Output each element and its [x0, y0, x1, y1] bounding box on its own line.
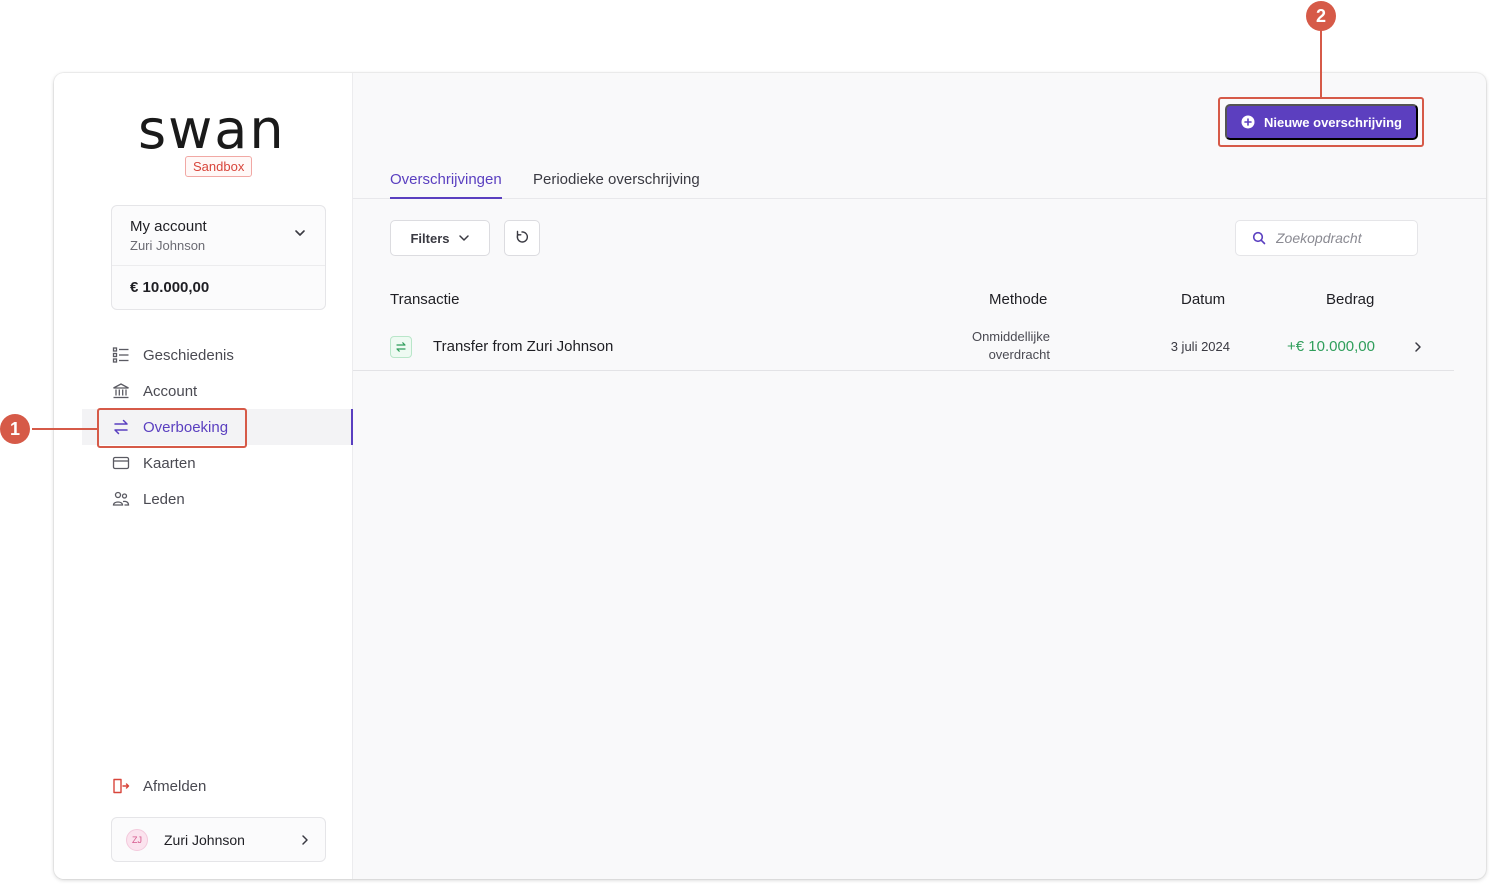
bank-icon — [112, 382, 130, 400]
chevron-down-icon[interactable] — [293, 226, 307, 240]
filters-button[interactable]: Filters — [390, 220, 490, 256]
account-name: My account — [130, 218, 207, 235]
transaction-date: 3 juli 2024 — [1170, 339, 1230, 354]
sidebar-item-label: Account — [143, 382, 198, 400]
sandbox-badge: Sandbox — [185, 156, 253, 177]
logout-button[interactable]: Afmelden — [112, 777, 206, 795]
refresh-icon — [515, 230, 529, 247]
user-profile-button[interactable]: ZJ Zuri Johnson — [111, 817, 326, 862]
tab-periodieke-overschrijving[interactable]: Periodieke overschrijving — [533, 171, 700, 199]
card-icon — [112, 454, 130, 472]
sidebar-item-geschiedenis[interactable]: Geschiedenis — [82, 337, 353, 373]
transaction-name: Transfer from Zuri Johnson — [433, 338, 614, 355]
transfer-icon — [390, 336, 412, 358]
account-selector-header[interactable]: My account Zuri Johnson — [112, 206, 325, 266]
chevron-down-icon — [458, 232, 470, 244]
members-icon — [112, 490, 130, 508]
column-header-bedrag: Bedrag — [1326, 291, 1375, 308]
callout-line-2 — [1320, 30, 1322, 97]
callout-box-overboeking — [97, 408, 247, 448]
callout-badge-1: 1 — [0, 414, 30, 444]
sidebar: swan Sandbox My account Zuri Johnson € 1… — [54, 73, 353, 879]
main-content: Nieuwe overschrijving Overschrijvingen P… — [353, 73, 1486, 879]
filters-label: Filters — [410, 230, 450, 246]
callout-line-1 — [32, 428, 97, 430]
tab-overschrijvingen[interactable]: Overschrijvingen — [390, 171, 502, 199]
chevron-right-icon — [299, 833, 311, 847]
sidebar-item-label: Geschiedenis — [143, 346, 234, 364]
account-balance: € 10.000,00 — [130, 279, 210, 296]
search-icon — [1252, 231, 1266, 245]
tab-bar: Overschrijvingen Periodieke overschrijvi… — [353, 171, 1486, 199]
search-input[interactable] — [1276, 230, 1406, 246]
callout-box-new-transfer — [1218, 97, 1424, 147]
column-header-transactie: Transactie — [390, 291, 460, 308]
account-owner: Zuri Johnson — [130, 238, 206, 253]
sidebar-item-account[interactable]: Account — [82, 373, 353, 409]
sidebar-item-leden[interactable]: Leden — [82, 481, 353, 517]
search-box[interactable] — [1235, 220, 1418, 256]
logout-label: Afmelden — [143, 777, 207, 795]
transaction-amount: +€ 10.000,00 — [1286, 338, 1375, 355]
sidebar-item-kaarten[interactable]: Kaarten — [82, 445, 353, 481]
transaction-method-line1: Onmiddellijke — [971, 329, 1050, 344]
swan-logo: swan — [138, 98, 286, 161]
sidebar-item-label: Leden — [143, 490, 185, 508]
refresh-button[interactable] — [504, 220, 540, 256]
list-icon — [112, 346, 130, 364]
logout-icon — [112, 777, 130, 795]
callout-badge-2: 2 — [1306, 1, 1336, 31]
transaction-method: Onmiddellijke overdracht — [950, 328, 1050, 364]
user-name: Zuri Johnson — [164, 831, 245, 848]
chevron-right-icon[interactable] — [1412, 340, 1424, 354]
avatar: ZJ — [126, 828, 148, 851]
transaction-method-line2: overdracht — [988, 347, 1050, 362]
sidebar-item-label: Kaarten — [143, 454, 196, 472]
app-window: swan Sandbox My account Zuri Johnson € 1… — [54, 73, 1486, 879]
account-selector[interactable]: My account Zuri Johnson € 10.000,00 — [111, 205, 326, 310]
table-row[interactable]: Transfer from Zuri Johnson Onmiddellijke… — [353, 323, 1454, 371]
column-header-methode: Methode — [989, 291, 1048, 308]
column-header-datum: Datum — [1181, 291, 1226, 308]
